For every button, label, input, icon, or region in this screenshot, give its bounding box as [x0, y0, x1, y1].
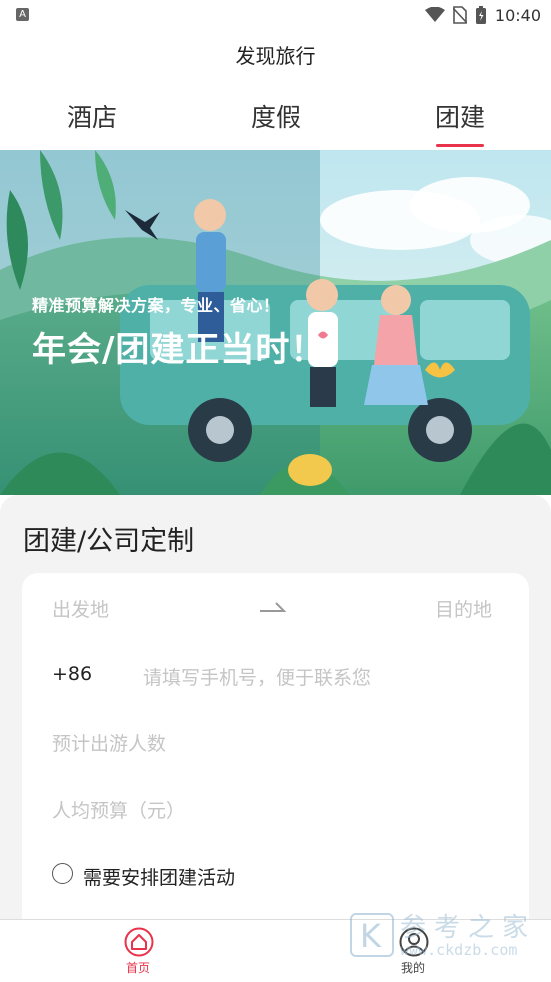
tab-vacation[interactable]: 度假: [216, 98, 336, 134]
watermark-mark: K: [360, 917, 381, 955]
tab-hotel[interactable]: 酒店: [32, 98, 152, 134]
banner-subtitle: 精准预算解决方案，专业、省心！: [32, 296, 280, 315]
activity-checkbox[interactable]: [52, 863, 73, 884]
notification-icon: A: [16, 8, 29, 21]
banner-headline: 年会/团建正当时！: [32, 330, 326, 370]
custom-request-form: 出发地 目的地 +86 请填写手机号，便于联系您 预计出游人数 人均预算（元） …: [22, 573, 529, 933]
clock: 10:40: [494, 5, 541, 25]
phone-input[interactable]: 请填写手机号，便于联系您: [143, 663, 371, 690]
battery-charging-icon: [475, 6, 486, 24]
home-icon: [124, 927, 154, 957]
category-tabs: 酒店 度假 团建: [0, 90, 551, 150]
nav-home[interactable]: 首页: [88, 920, 188, 982]
destination-input[interactable]: 目的地: [435, 595, 492, 622]
route-arrow-icon: [260, 602, 286, 612]
card-title: 团建/公司定制: [23, 526, 195, 557]
wifi-icon: [424, 7, 445, 22]
team-building-card: 团建/公司定制 出发地 目的地 +86 请填写手机号，便于联系您 预计出游人数 …: [0, 495, 551, 933]
budget-input[interactable]: 人均预算（元）: [52, 796, 185, 823]
tab-active-indicator: [436, 144, 484, 147]
promo-banner[interactable]: 精准预算解决方案，专业、省心！ 年会/团建正当时！: [0, 150, 551, 495]
page-title: 发现旅行: [235, 44, 316, 68]
watermark-logo: K: [350, 913, 394, 957]
origin-input[interactable]: 出发地: [52, 595, 109, 622]
status-bar-right: 10:40: [424, 5, 541, 25]
site-watermark: K 参考之家 www.ckdzb.com: [350, 905, 550, 965]
tab-team-building[interactable]: 团建: [400, 98, 520, 134]
activity-checkbox-label[interactable]: 需要安排团建活动: [83, 863, 235, 890]
page-header: 发现旅行: [0, 30, 551, 82]
country-code[interactable]: +86: [52, 663, 92, 685]
people-count-input[interactable]: 预计出游人数: [52, 729, 166, 756]
no-sim-icon: [452, 6, 467, 24]
watermark-url: www.ckdzb.com: [400, 941, 518, 959]
status-bar: A 10:40: [0, 0, 551, 30]
nav-home-label: 首页: [125, 961, 150, 975]
watermark-text: 参考之家: [400, 913, 537, 943]
